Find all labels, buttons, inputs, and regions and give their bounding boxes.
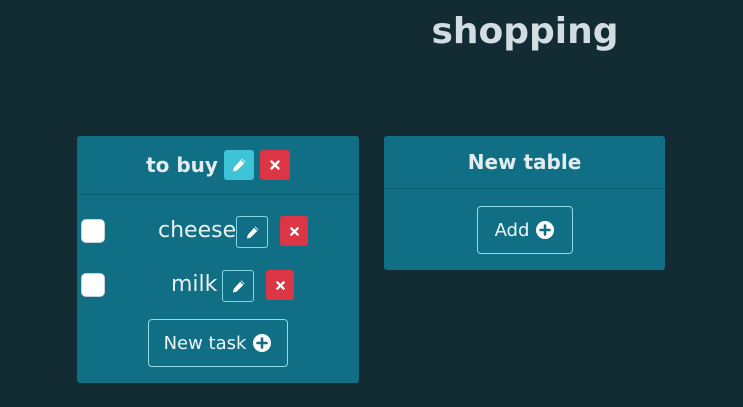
task-checkbox[interactable]	[81, 219, 105, 243]
table-card-to-buy: to buy cheese milk New task	[77, 136, 359, 383]
plus-circle-icon	[535, 220, 555, 240]
close-icon	[270, 160, 280, 170]
delete-task-button[interactable]	[280, 216, 308, 246]
task-label: cheese	[158, 218, 237, 243]
add-label: Add	[494, 219, 530, 241]
page-title: shopping	[431, 11, 619, 52]
new-task-button[interactable]: New task	[148, 319, 288, 367]
task-row: milk	[77, 270, 359, 302]
plus-circle-icon	[252, 333, 272, 353]
pencil-icon	[232, 158, 246, 172]
delete-table-button[interactable]	[259, 150, 290, 180]
task-row: cheese	[77, 216, 359, 248]
delete-task-button[interactable]	[266, 270, 294, 300]
table-title: to buy	[146, 153, 218, 177]
task-checkbox[interactable]	[81, 273, 105, 297]
task-label: milk	[171, 272, 218, 297]
edit-task-button[interactable]	[236, 216, 268, 248]
pencil-icon	[246, 225, 259, 239]
add-button[interactable]: Add	[477, 206, 573, 254]
pencil-icon	[232, 279, 245, 293]
edit-task-button[interactable]	[222, 270, 254, 302]
close-icon	[275, 280, 285, 290]
table-card-new-table: New table Add	[384, 136, 665, 270]
table-title: New table	[467, 150, 582, 174]
table-header: to buy	[77, 136, 359, 195]
table-header: New table	[384, 136, 665, 189]
new-task-label: New task	[163, 332, 247, 354]
edit-table-button[interactable]	[223, 150, 254, 180]
close-icon	[289, 226, 299, 236]
